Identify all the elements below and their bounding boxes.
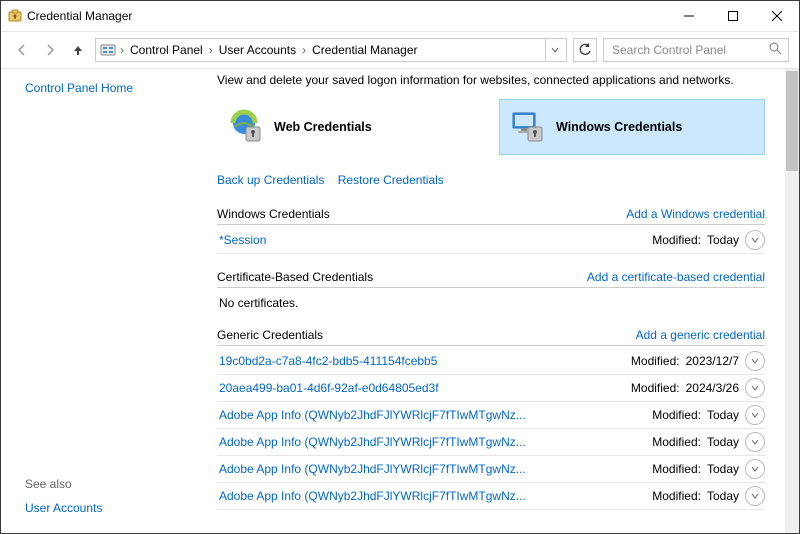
expand-chevron-icon[interactable] (745, 432, 765, 452)
link-add-generic-credential[interactable]: Add a generic credential (636, 328, 765, 342)
empty-text: No certificates. (217, 290, 765, 312)
credential-name: 19c0bd2a-c7a8-4fc2-bdb5-411154fcebb5 (219, 354, 437, 368)
search-icon (769, 42, 782, 58)
modified-value: Today (707, 435, 739, 449)
section-windows-credentials: Windows Credentials Add a Windows creden… (217, 207, 765, 254)
sidebar-home[interactable]: Control Panel Home (25, 81, 187, 95)
section-generic-credentials: Generic Credentials Add a generic creden… (217, 328, 765, 510)
credential-name: Adobe App Info (QWNyb2JhdFJlYWRlcjF7fTIw… (219, 408, 526, 422)
modified-label: Modified: (652, 462, 701, 476)
modified-value: 2024/3/26 (686, 381, 739, 395)
modified-label: Modified: (631, 381, 680, 395)
expand-chevron-icon[interactable] (745, 351, 765, 371)
link-restore-credentials[interactable]: Restore Credentials (338, 173, 444, 187)
credential-row[interactable]: 20aea499-ba01-4d6f-92af-e0d64805ed3f Mod… (217, 375, 765, 402)
breadcrumb-item[interactable]: Control Panel (126, 41, 207, 59)
link-add-windows-credential[interactable]: Add a Windows credential (626, 207, 765, 221)
control-panel-icon (100, 42, 116, 58)
sidebar-user-accounts[interactable]: User Accounts (25, 501, 187, 515)
credential-row[interactable]: Adobe App Info (QWNyb2JhdFJlYWRlcjF7fTIw… (217, 429, 765, 456)
search-input[interactable] (610, 42, 752, 58)
tile-label: Windows Credentials (556, 120, 682, 134)
section-title: Windows Credentials (217, 207, 330, 221)
monitor-safe-icon (510, 109, 546, 145)
breadcrumb-dropdown[interactable] (545, 39, 564, 61)
credential-name: Adobe App Info (QWNyb2JhdFJlYWRlcjF7fTIw… (219, 489, 526, 503)
credential-name: Adobe App Info (QWNyb2JhdFJlYWRlcjF7fTIw… (219, 435, 526, 449)
breadcrumb[interactable]: › Control Panel › User Accounts › Creden… (95, 38, 567, 62)
breadcrumb-item[interactable]: User Accounts (215, 41, 300, 59)
back-button[interactable] (11, 39, 33, 61)
modified-value: Today (707, 489, 739, 503)
sidebar-see-also-label: See also (25, 477, 187, 491)
sidebar: Control Panel Home See also User Account… (1, 69, 197, 533)
section-title: Certificate-Based Credentials (217, 270, 373, 284)
expand-chevron-icon[interactable] (745, 405, 765, 425)
chevron-right-icon: › (207, 43, 215, 57)
modified-value: Today (707, 462, 739, 476)
link-add-cert-credential[interactable]: Add a certificate-based credential (587, 270, 765, 284)
maximize-button[interactable] (711, 1, 755, 31)
credential-name: 20aea499-ba01-4d6f-92af-e0d64805ed3f (219, 381, 439, 395)
scrollbar-thumb[interactable] (786, 71, 798, 171)
forward-button[interactable] (39, 39, 61, 61)
titlebar: Credential Manager (1, 1, 799, 32)
modified-label: Modified: (652, 489, 701, 503)
credential-name: Adobe App Info (QWNyb2JhdFJlYWRlcjF7fTIw… (219, 462, 526, 476)
globe-safe-icon (228, 109, 264, 145)
modified-label: Modified: (631, 354, 680, 368)
tile-web-credentials[interactable]: Web Credentials (217, 99, 483, 155)
expand-chevron-icon[interactable] (745, 230, 765, 250)
up-button[interactable] (67, 39, 89, 61)
modified-label: Modified: (652, 435, 701, 449)
minimize-button[interactable] (667, 1, 711, 31)
chevron-right-icon: › (118, 43, 126, 57)
expand-chevron-icon[interactable] (745, 486, 765, 506)
chevron-right-icon: › (300, 43, 308, 57)
modified-value: Today (707, 408, 739, 422)
section-title: Generic Credentials (217, 328, 323, 342)
content: View and delete your saved logon informa… (197, 69, 785, 533)
expand-chevron-icon[interactable] (745, 378, 765, 398)
modified-value: 2023/12/7 (686, 354, 739, 368)
close-button[interactable] (755, 1, 799, 31)
credential-row[interactable]: 19c0bd2a-c7a8-4fc2-bdb5-411154fcebb5 Mod… (217, 348, 765, 375)
credential-row[interactable]: Adobe App Info (QWNyb2JhdFJlYWRlcjF7fTIw… (217, 402, 765, 429)
vertical-scrollbar[interactable] (785, 69, 799, 533)
credential-name: *Session (219, 233, 266, 247)
credential-row[interactable]: *Session Modified: Today (217, 227, 765, 254)
modified-label: Modified: (652, 233, 701, 247)
credential-row[interactable]: Adobe App Info (QWNyb2JhdFJlYWRlcjF7fTIw… (217, 456, 765, 483)
expand-chevron-icon[interactable] (745, 459, 765, 479)
refresh-button[interactable] (573, 38, 597, 62)
link-backup-credentials[interactable]: Back up Credentials (217, 173, 324, 187)
addressbar: › Control Panel › User Accounts › Creden… (1, 32, 799, 69)
credential-row[interactable]: Adobe App Info (QWNyb2JhdFJlYWRlcjF7fTIw… (217, 483, 765, 510)
modified-label: Modified: (652, 408, 701, 422)
modified-value: Today (707, 233, 739, 247)
app-icon (7, 8, 23, 24)
tile-windows-credentials[interactable]: Windows Credentials (499, 99, 765, 155)
tile-label: Web Credentials (274, 120, 372, 134)
search-box[interactable] (603, 38, 789, 62)
intro-text: View and delete your saved logon informa… (217, 69, 765, 87)
section-cert-credentials: Certificate-Based Credentials Add a cert… (217, 270, 765, 312)
window-title: Credential Manager (27, 9, 132, 23)
breadcrumb-item[interactable]: Credential Manager (308, 41, 421, 59)
